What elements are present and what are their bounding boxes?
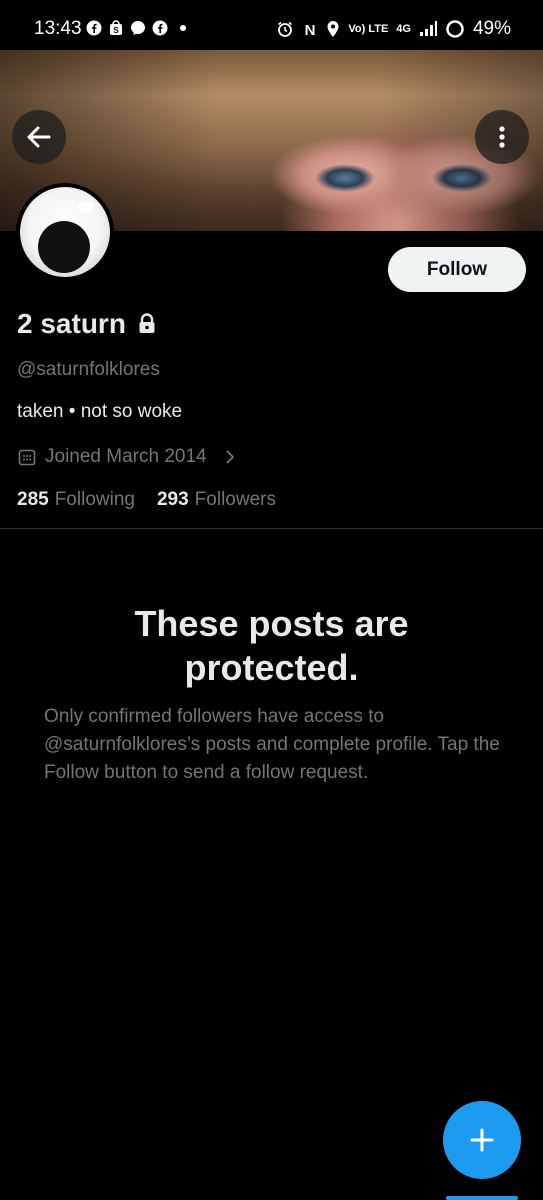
protected-message: Only confirmed followers have access to … <box>44 706 500 783</box>
messenger-icon <box>131 21 145 35</box>
facebook-icon <box>86 20 102 36</box>
follow-button[interactable]: Follow <box>388 247 526 292</box>
profile-bio: taken • not so woke <box>17 401 183 422</box>
notification-icons: S <box>86 20 186 36</box>
avatar[interactable] <box>16 183 114 281</box>
more-options-button[interactable] <box>475 110 529 164</box>
followers-count: 293 <box>156 489 189 510</box>
battery-percent: 49% <box>472 18 511 39</box>
googly-eye-pupil <box>38 221 90 273</box>
followers-label: Followers <box>194 489 276 510</box>
protected-title-line1: These posts are <box>134 603 409 644</box>
chevron-right-icon <box>225 450 234 464</box>
lock-icon <box>139 313 155 333</box>
more-vertical-icon <box>499 126 505 148</box>
status-bar: 13:43 S N Vo) LTE 4G 49% <box>0 0 543 50</box>
battery-icon <box>446 20 464 38</box>
volte-icon: Vo) LTE <box>348 23 389 35</box>
following-label: Following <box>54 489 135 510</box>
display-name: 2 saturn <box>17 308 126 339</box>
section-divider <box>0 528 543 529</box>
joined-date-row[interactable]: Joined March 2014 <box>17 446 239 468</box>
compose-button[interactable] <box>443 1101 521 1179</box>
following-stat[interactable]: 285 Following <box>17 489 135 511</box>
googly-eye-glare <box>78 201 94 213</box>
plus-icon <box>470 1128 494 1152</box>
protected-title-line2: protected. <box>184 647 359 688</box>
system-icons: N Vo) LTE 4G 49% <box>276 18 511 40</box>
username-handle: @saturnfolklores <box>17 359 160 380</box>
nav-indicator <box>446 1196 518 1200</box>
signal-icon <box>419 21 437 36</box>
name-row: 2 saturn <box>17 308 156 340</box>
nfc-icon: N <box>305 22 316 38</box>
dot-icon <box>180 25 186 31</box>
svg-text:S: S <box>113 26 119 35</box>
following-count: 285 <box>17 489 49 510</box>
alarm-icon <box>278 21 293 37</box>
svg-text:N: N <box>305 22 316 38</box>
joined-date: Joined March 2014 <box>45 446 207 467</box>
arrow-left-icon <box>27 126 51 148</box>
follow-stats: 285 Following 293 Followers <box>17 489 276 511</box>
location-icon <box>327 21 339 37</box>
followers-stat[interactable]: 293 Followers <box>157 489 276 511</box>
facebook-icon <box>152 20 168 36</box>
protected-title: These posts are protected. <box>0 602 543 690</box>
back-button[interactable] <box>12 110 66 164</box>
network-type: 4G <box>396 23 411 35</box>
calendar-icon <box>18 449 36 466</box>
status-time: 13:43 <box>34 18 82 39</box>
avatar-image <box>20 187 110 277</box>
shopping-bag-icon: S <box>110 20 122 35</box>
